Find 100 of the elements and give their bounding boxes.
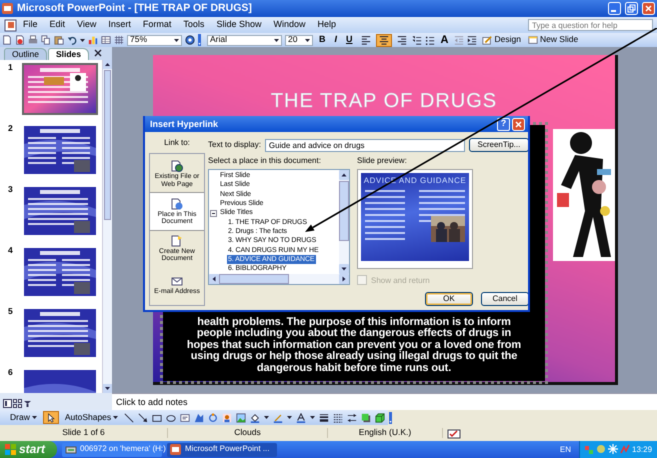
restore-icon[interactable] [625, 2, 638, 15]
format-button[interactable]: B [316, 35, 328, 45]
grow-font-button[interactable]: A [438, 34, 452, 46]
align-left-icon [360, 35, 371, 45]
zoom-dropdown[interactable]: 75% [127, 34, 182, 46]
show-and-return-label: Show and return [371, 276, 430, 285]
cube-icon[interactable] [375, 412, 386, 422]
bullet-list-icon[interactable] [424, 35, 435, 45]
document-icon[interactable] [15, 35, 25, 45]
app-icon [2, 3, 13, 14]
diagram-icon[interactable] [208, 412, 218, 422]
chart-icon[interactable] [88, 35, 98, 45]
menu-item[interactable]: Insert [102, 19, 137, 31]
start-button[interactable]: start [0, 441, 57, 458]
format-button[interactable]: I [332, 35, 340, 45]
menu-item[interactable]: File [17, 19, 44, 31]
collapse-icon[interactable] [210, 210, 217, 217]
pen-icon[interactable] [273, 412, 284, 422]
menu-item[interactable]: Tools [177, 19, 210, 31]
line-style-icon[interactable] [319, 412, 330, 422]
pane-tab[interactable]: Slides [48, 48, 89, 60]
screentip-button[interactable]: ScreenTip... [468, 138, 528, 152]
font-dropdown[interactable]: Arial [207, 34, 282, 46]
slide-thumbnail[interactable] [22, 307, 98, 359]
grid-icon[interactable] [114, 35, 124, 45]
minimize-icon[interactable] [608, 2, 621, 15]
caret-icon[interactable] [287, 416, 292, 419]
format-button[interactable]: U [343, 35, 356, 45]
copy-icon[interactable] [41, 35, 51, 45]
arrow-icon[interactable] [138, 412, 148, 422]
arrow-style-icon[interactable] [347, 412, 358, 422]
scroll-right-icon[interactable] [339, 274, 349, 284]
menu-item[interactable]: Help [311, 19, 342, 31]
caret-icon[interactable] [80, 38, 85, 42]
slide-thumbnail[interactable] [22, 246, 98, 298]
scrollbar-thumb[interactable] [104, 70, 111, 220]
undo-icon[interactable] [67, 35, 77, 45]
text-box-icon[interactable] [180, 412, 190, 422]
font-color-icon[interactable] [296, 412, 306, 422]
increase-indent-icon[interactable] [467, 35, 478, 45]
table-icon[interactable] [101, 35, 111, 45]
autoshapes-button[interactable]: AutoShapes [62, 411, 120, 424]
menu-item[interactable]: Slide Show [210, 19, 268, 31]
caret-icon[interactable] [310, 416, 316, 419]
shadow-icon[interactable] [361, 412, 372, 422]
slide-number: 4 [8, 246, 14, 257]
dash-style-icon[interactable] [333, 412, 344, 422]
clip-art-icon[interactable] [222, 412, 232, 422]
paint-bucket-icon[interactable] [250, 412, 260, 422]
close-icon[interactable] [94, 49, 102, 57]
toolbar-options-icon[interactable] [198, 34, 204, 46]
ellipse-icon[interactable] [166, 412, 176, 422]
image-icon[interactable] [236, 412, 246, 422]
align-button[interactable] [376, 34, 392, 46]
new-slide-button[interactable]: New Slide [526, 34, 580, 46]
caret-icon[interactable] [264, 416, 270, 419]
scroll-up-icon[interactable] [339, 170, 349, 180]
slide-thumbnail[interactable] [22, 185, 98, 237]
taskbar-button[interactable]: Microsoft PowerPoint ... [167, 442, 277, 456]
document-icon[interactable] [4, 18, 17, 32]
paste-icon[interactable] [54, 35, 64, 45]
pencil-icon [482, 35, 492, 45]
scroll-down-icon[interactable] [103, 384, 112, 393]
menu-item[interactable]: View [71, 19, 102, 31]
rectangle-icon[interactable] [152, 412, 162, 422]
notes-placeholder[interactable]: Click to add notes [112, 393, 657, 410]
wordart-icon[interactable] [194, 412, 204, 422]
pane-tab[interactable]: Outline [4, 48, 47, 60]
dialog-button[interactable]: Cancel [480, 292, 528, 306]
language-indicator[interactable]: EN [560, 444, 571, 454]
dialog-button[interactable]: OK [424, 292, 473, 306]
slide-thumbnail[interactable] [22, 124, 98, 176]
help-button[interactable]: ? [497, 118, 510, 130]
numbered-list-icon[interactable] [412, 35, 422, 45]
scroll-up-icon[interactable] [103, 60, 112, 69]
dropdown-icon[interactable] [274, 38, 279, 42]
scrollbar-thumb[interactable] [339, 181, 349, 242]
scroll-down-icon[interactable] [339, 264, 349, 274]
help-search-field[interactable]: Type a question for help [528, 19, 653, 31]
line-icon[interactable] [124, 412, 134, 422]
menu-item[interactable]: Format [136, 19, 178, 31]
pointer-tool-button[interactable] [42, 411, 59, 424]
menu-item[interactable]: Edit [44, 19, 72, 31]
help-icon[interactable] [185, 35, 195, 45]
normal-view-icon[interactable] [3, 399, 12, 408]
text-to-display-field[interactable]: Guide and advice on drugs [264, 138, 465, 152]
slide-show-icon[interactable] [23, 399, 32, 408]
printer-icon[interactable] [28, 35, 38, 45]
scrollbar-thumb[interactable] [219, 274, 289, 284]
draw-menu-button[interactable]: Draw [8, 411, 39, 424]
font-size-dropdown[interactable]: 20 [285, 34, 313, 46]
scroll-left-icon[interactable] [209, 274, 219, 284]
page-icon[interactable] [2, 35, 12, 45]
dropdown-icon[interactable] [305, 38, 310, 42]
dropdown-icon[interactable] [174, 38, 179, 42]
status-text: Clouds [168, 428, 328, 438]
design-button[interactable]: Design [480, 34, 523, 46]
menu-item[interactable]: Window [267, 19, 312, 31]
slide-thumbnail[interactable] [22, 63, 98, 115]
slide-sorter-icon[interactable] [13, 399, 22, 408]
